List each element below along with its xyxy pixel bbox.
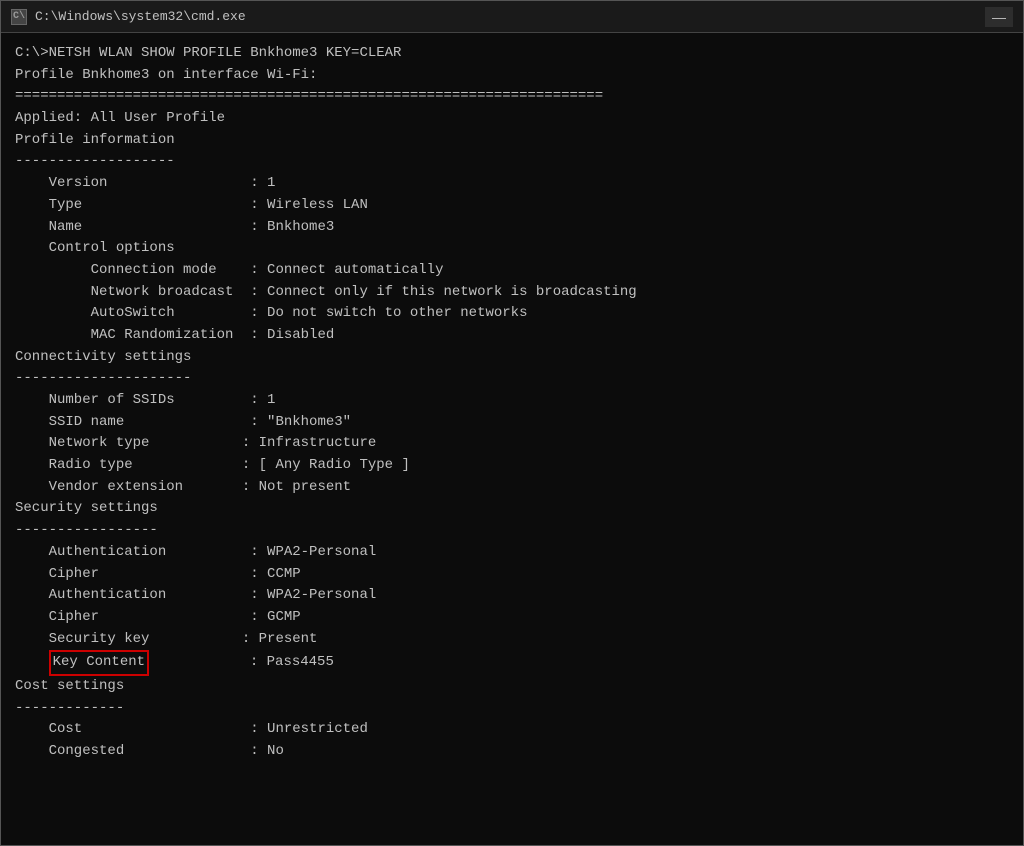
terminal-line-separator5: ------------- [15, 698, 1009, 720]
terminal-body[interactable]: C:\>NETSH WLAN SHOW PROFILE Bnkhome3 KEY… [1, 33, 1023, 845]
terminal-line-vendor_ext: Vendor extension : Not present [15, 477, 1009, 499]
terminal-line-connectivity: Connectivity settings [15, 347, 1009, 369]
terminal-line-autoswitch: AutoSwitch : Do not switch to other netw… [15, 303, 1009, 325]
terminal-line-separator4: ----------------- [15, 520, 1009, 542]
terminal-line-profile_info: Profile information [15, 130, 1009, 152]
terminal-line-cipher1: Cipher : CCMP [15, 564, 1009, 586]
terminal-line-separator3: --------------------- [15, 368, 1009, 390]
key-content-highlighted: Key Content [49, 650, 149, 676]
terminal-line-cost_settings: Cost settings [15, 676, 1009, 698]
cmd-window: C\ C:\Windows\system32\cmd.exe — C:\>NET… [0, 0, 1024, 846]
title-bar: C\ C:\Windows\system32\cmd.exe — [1, 1, 1023, 33]
terminal-line-separator2: ------------------- [15, 151, 1009, 173]
terminal-line-control_options: Control options [15, 238, 1009, 260]
title-bar-text: C:\Windows\system32\cmd.exe [35, 9, 985, 24]
window-icon: C\ [11, 9, 27, 25]
terminal-line-version: Version : 1 [15, 173, 1009, 195]
terminal-line-auth2: Authentication : WPA2-Personal [15, 585, 1009, 607]
terminal-line-command: C:\>NETSH WLAN SHOW PROFILE Bnkhome3 KEY… [15, 43, 1009, 65]
terminal-line-congested: Congested : No [15, 741, 1009, 763]
terminal-line-security_key: Security key : Present [15, 629, 1009, 651]
terminal-line-auth1: Authentication : WPA2-Personal [15, 542, 1009, 564]
terminal-line-key_content: Key Content : Pass4455 [15, 650, 1009, 676]
terminal-line-name: Name : Bnkhome3 [15, 217, 1009, 239]
terminal-line-num_ssids: Number of SSIDs : 1 [15, 390, 1009, 412]
minimize-button[interactable]: — [985, 7, 1013, 27]
window-controls: — [985, 7, 1013, 27]
terminal-line-separator1: ========================================… [15, 86, 1009, 108]
terminal-line-type: Type : Wireless LAN [15, 195, 1009, 217]
terminal-line-ssid_name: SSID name : "Bnkhome3" [15, 412, 1009, 434]
terminal-line-network_type: Network type : Infrastructure [15, 433, 1009, 455]
terminal-line-network_broadcast: Network broadcast : Connect only if this… [15, 282, 1009, 304]
terminal-line-connection_mode: Connection mode : Connect automatically [15, 260, 1009, 282]
terminal-line-mac_rand: MAC Randomization : Disabled [15, 325, 1009, 347]
terminal-line-security: Security settings [15, 498, 1009, 520]
terminal-line-cipher2: Cipher : GCMP [15, 607, 1009, 629]
terminal-line-profile_header: Profile Bnkhome3 on interface Wi-Fi: [15, 65, 1009, 87]
terminal-line-applied: Applied: All User Profile [15, 108, 1009, 130]
terminal-line-cost: Cost : Unrestricted [15, 719, 1009, 741]
terminal-line-radio_type: Radio type : [ Any Radio Type ] [15, 455, 1009, 477]
